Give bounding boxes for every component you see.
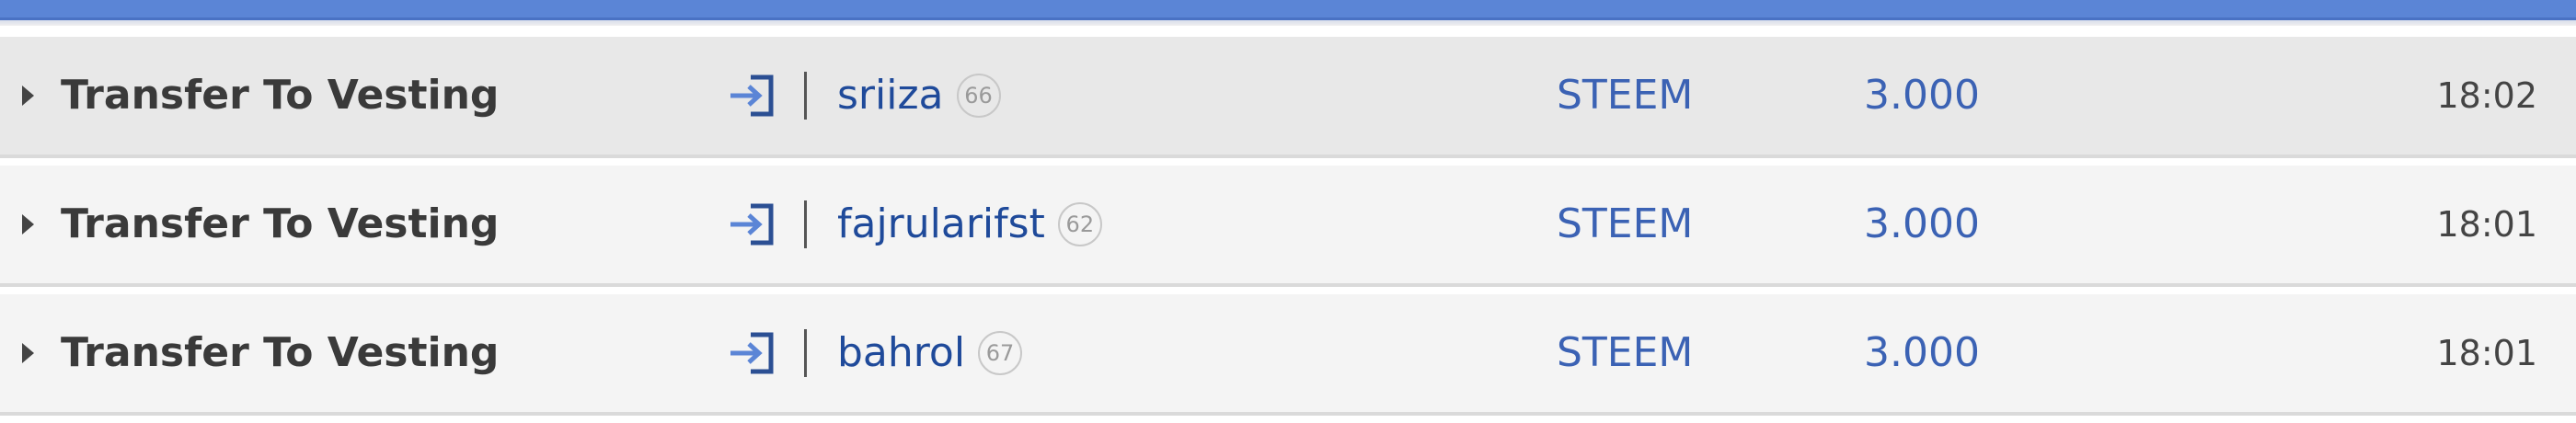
currency-label: STEEM bbox=[1557, 329, 1694, 376]
account-cell: sriiza 66 bbox=[837, 37, 1001, 154]
reputation-badge: 62 bbox=[1057, 202, 1102, 246]
operation-row[interactable]: Transfer To Vesting fajrularifst 62 STEE… bbox=[0, 166, 2576, 287]
timestamp: 18:01 bbox=[2436, 333, 2537, 373]
timestamp: 18:02 bbox=[2436, 75, 2537, 116]
column-divider bbox=[804, 72, 807, 120]
operation-type: Transfer To Vesting bbox=[61, 72, 500, 119]
amount-value: 3.000 bbox=[1864, 72, 1980, 119]
operation-row[interactable]: Transfer To Vesting sriiza 66 STEEM 3.00… bbox=[0, 37, 2576, 158]
account-link[interactable]: sriiza bbox=[837, 37, 944, 154]
amount-value: 3.000 bbox=[1864, 329, 1980, 376]
account-cell: fajrularifst 62 bbox=[837, 166, 1102, 283]
operation-row[interactable]: Transfer To Vesting bahrol 67 STEEM 3.00… bbox=[0, 294, 2576, 416]
operations-list: Transfer To Vesting sriiza 66 STEEM 3.00… bbox=[0, 37, 2576, 423]
currency-label: STEEM bbox=[1557, 200, 1694, 247]
expand-caret-icon[interactable] bbox=[22, 343, 34, 363]
expand-caret-icon[interactable] bbox=[22, 214, 34, 234]
header-shadow bbox=[0, 20, 2576, 26]
account-link[interactable]: bahrol bbox=[837, 294, 965, 412]
login-icon bbox=[730, 203, 774, 246]
timestamp: 18:01 bbox=[2436, 204, 2537, 245]
currency-label: STEEM bbox=[1557, 72, 1694, 119]
amount-value: 3.000 bbox=[1864, 200, 1980, 247]
account-link[interactable]: fajrularifst bbox=[837, 166, 1045, 283]
operation-type: Transfer To Vesting bbox=[61, 200, 500, 247]
account-cell: bahrol 67 bbox=[837, 294, 1023, 412]
login-icon bbox=[730, 332, 774, 374]
top-header-bar bbox=[0, 0, 2576, 20]
column-divider bbox=[804, 200, 807, 248]
expand-caret-icon[interactable] bbox=[22, 86, 34, 106]
reputation-badge: 67 bbox=[978, 331, 1023, 375]
operation-type: Transfer To Vesting bbox=[61, 329, 500, 376]
login-icon bbox=[730, 74, 774, 117]
reputation-badge: 66 bbox=[956, 74, 1001, 118]
column-divider bbox=[804, 329, 807, 377]
